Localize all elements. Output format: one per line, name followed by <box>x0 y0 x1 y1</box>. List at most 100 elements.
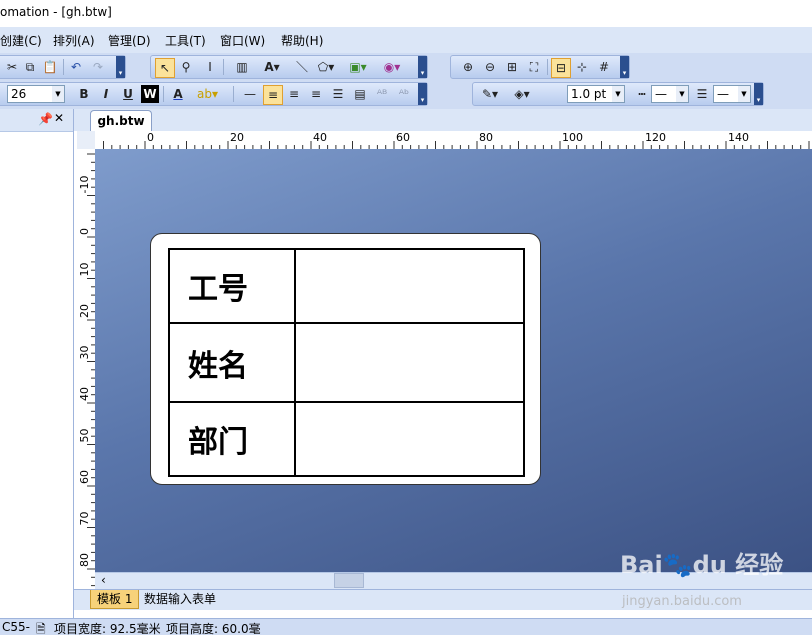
toolbar-options-icon-3[interactable]: ▾ <box>620 56 629 78</box>
toolbar-options-icon-2[interactable]: ▾ <box>418 56 427 78</box>
label-table[interactable]: 工号 姓名 部门 <box>168 248 525 477</box>
format-toolbar: 26 ▼ B I U W A ab▾ — ≡ ≡ ≡ ☰ ▤ ᴬᴮ ᴬᵇ ▾ <box>0 82 428 106</box>
edit-toolbar: ✂ ⧉ 📋 ↶ ↷ ▾ <box>0 55 126 79</box>
ruler-label: 0 <box>147 131 154 144</box>
fill-color-icon[interactable]: ◈▾ <box>513 85 531 103</box>
rfid-tool-icon[interactable]: ◉▾ <box>383 58 401 76</box>
snap-icon[interactable]: ⊹ <box>573 58 591 76</box>
barcode-icon[interactable]: ▥ <box>229 58 255 76</box>
bold-button[interactable]: B <box>75 85 93 103</box>
align-right-icon[interactable]: ≡ <box>307 85 325 103</box>
ruler-label: 30 <box>78 346 91 360</box>
undo-icon[interactable]: ↶ <box>67 58 85 76</box>
toolbar-area: ✂ ⧉ 📋 ↶ ↷ ▾ ↖ ⚲ I ▥ A▾ ＼ ⬠▾ ▣▾ ◉▾ ▾ ⊕ ⊖ … <box>0 53 812 109</box>
tab-data-entry-form[interactable]: 数据输入表单 <box>138 590 222 609</box>
docked-panel <box>0 109 74 618</box>
toolbar-options-icon-5[interactable]: ▾ <box>754 83 763 105</box>
ruler-label: 0 <box>78 228 91 235</box>
redo-icon[interactable]: ↷ <box>89 58 107 76</box>
zoom-fit-icon[interactable]: ⊞ <box>503 58 521 76</box>
watermark-url: jingyan.baidu.com <box>622 594 742 609</box>
title-bar: omation - [gh.btw] <box>0 0 812 27</box>
document-tab-strip <box>74 109 812 131</box>
ruler-label: 70 <box>78 512 91 526</box>
watermark-logo: Bai🐾du 经验 <box>620 551 784 579</box>
status-code: C55- <box>2 620 30 634</box>
text-color-button[interactable]: A <box>169 85 187 103</box>
toolbar-options-icon-4[interactable]: ▾ <box>418 83 427 105</box>
field-value-department[interactable] <box>294 401 525 477</box>
line-end-select[interactable]: — ▼ <box>713 85 751 103</box>
format-painter-icon[interactable]: ⚲ <box>177 58 195 76</box>
ruler-label: 20 <box>230 131 244 144</box>
docked-panel-header: 📌 ✕ <box>0 109 73 132</box>
menu-window[interactable]: 窗口(W) <box>220 32 265 49</box>
highlight-icon[interactable]: ab▾ <box>197 85 218 103</box>
chevron-down-icon-2[interactable]: ▼ <box>612 86 624 102</box>
line-spacing-icon[interactable]: — <box>241 85 259 103</box>
ruler-label: 120 <box>645 131 666 144</box>
select-pointer-icon[interactable]: ↖ <box>155 58 175 78</box>
pen-color-icon[interactable]: ✎▾ <box>481 85 499 103</box>
menu-bar: 创建(C) 排列(A) 管理(D) 工具(T) 窗口(W) 帮助(H) <box>0 27 812 54</box>
ruler-label: 80 <box>479 131 493 144</box>
tab-gh-btw[interactable]: gh.btw <box>90 110 152 131</box>
scrollbar-thumb[interactable] <box>334 573 364 588</box>
field-value-name[interactable] <box>294 322 525 403</box>
cut-icon[interactable]: ✂ <box>3 58 21 76</box>
line-start-select[interactable]: — ▼ <box>651 85 689 103</box>
border-style-icon[interactable]: ☰ <box>693 85 711 103</box>
paste-icon[interactable]: 📋 <box>41 58 59 76</box>
field-value-employee-id[interactable] <box>294 248 525 324</box>
line-width-select[interactable]: 1.0 pt ▼ <box>567 85 625 103</box>
picture-tool-icon[interactable]: ▣▾ <box>349 58 367 76</box>
ruler-toggle-icon[interactable]: ⊟ <box>551 58 571 78</box>
status-bar: C55- 🗎 项目宽度: 92.5毫米 项目高度: 60.0毫 <box>0 618 812 636</box>
font-size-select[interactable]: 26 ▼ <box>7 85 65 103</box>
chevron-down-icon-3[interactable]: ▼ <box>676 86 688 102</box>
menu-help[interactable]: 帮助(H) <box>281 32 323 49</box>
char-spacing-icon[interactable]: ᴬᴮ <box>373 85 391 103</box>
field-label-department[interactable]: 部门 <box>168 401 296 477</box>
line-tool-icon[interactable]: ＼ <box>293 58 311 76</box>
align-center-icon[interactable]: ≡ <box>285 85 303 103</box>
menu-tools[interactable]: 工具(T) <box>165 32 206 49</box>
page-icon: 🗎 <box>36 622 46 636</box>
object-toolbar: ↖ ⚲ I ▥ A▾ ＼ ⬠▾ ▣▾ ◉▾ ▾ <box>150 55 428 79</box>
italic-button[interactable]: I <box>97 85 115 103</box>
tab-template-1[interactable]: 模板 1 <box>90 590 140 609</box>
toolbar-options-icon[interactable]: ▾ <box>116 56 125 78</box>
font-size-value: 26 <box>11 87 27 101</box>
inverse-text-button[interactable]: W <box>141 85 159 103</box>
shape-tool-icon[interactable]: ⬠▾ <box>317 58 335 76</box>
text-cursor-icon[interactable]: I <box>201 58 219 76</box>
pin-icon[interactable]: 📌 <box>38 112 53 126</box>
grid-icon[interactable]: # <box>595 58 613 76</box>
menu-arrange[interactable]: 排列(A) <box>53 32 95 49</box>
menu-create[interactable]: 创建(C) <box>0 32 42 49</box>
text-tool-icon[interactable]: A▾ <box>263 58 281 76</box>
vertical-align-icon[interactable]: ▤ <box>351 85 369 103</box>
justify-icon[interactable]: ☰ <box>329 85 347 103</box>
underline-button[interactable]: U <box>119 85 137 103</box>
scroll-left-icon[interactable]: ‹ <box>101 573 106 587</box>
align-left-icon[interactable]: ≡ <box>263 85 283 105</box>
label-template[interactable]: 工号 姓名 部门 <box>150 233 541 485</box>
field-label-employee-id[interactable]: 工号 <box>168 248 296 324</box>
ruler-corner <box>77 131 95 149</box>
zoom-in-icon[interactable]: ⊕ <box>459 58 477 76</box>
zoom-out-icon[interactable]: ⊖ <box>481 58 499 76</box>
ruler-label: 50 <box>78 429 91 443</box>
menu-manage[interactable]: 管理(D) <box>108 32 151 49</box>
line-style-toolbar: ✎▾ ◈▾ 1.0 pt ▼ ┅ — ▼ ☰ — ▼ ▾ <box>472 82 764 106</box>
chevron-down-icon-4[interactable]: ▼ <box>738 86 750 102</box>
chevron-down-icon[interactable]: ▼ <box>52 86 64 102</box>
ruler-label: 10 <box>78 263 91 277</box>
copy-icon[interactable]: ⧉ <box>21 58 39 76</box>
field-label-name[interactable]: 姓名 <box>168 322 296 403</box>
close-icon[interactable]: ✕ <box>54 111 64 125</box>
zoom-page-icon[interactable]: ⛶ <box>525 58 543 76</box>
text-rotate-icon[interactable]: ᴬᵇ <box>395 85 413 103</box>
view-toolbar: ⊕ ⊖ ⊞ ⛶ ⊟ ⊹ # ▾ <box>450 55 630 79</box>
ruler-label: 60 <box>78 470 91 484</box>
